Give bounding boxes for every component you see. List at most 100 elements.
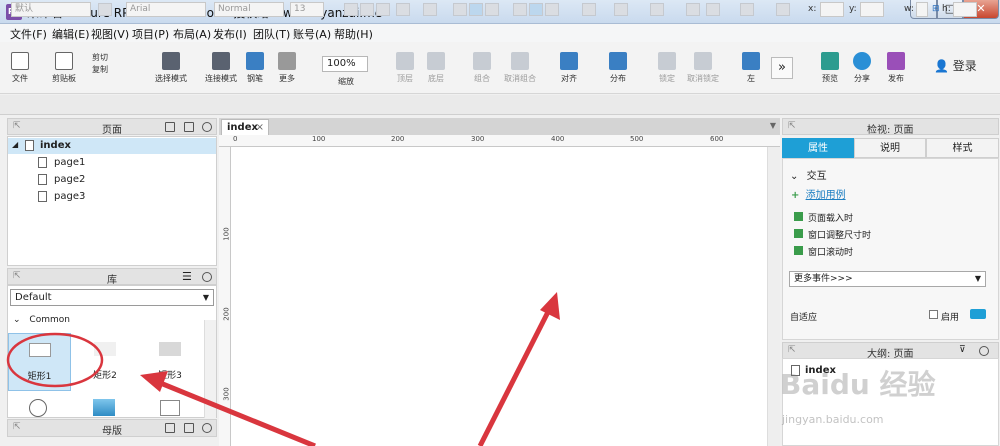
clipboard-button[interactable]: 剪贴板 xyxy=(44,52,84,84)
y-input[interactable] xyxy=(860,2,884,17)
menu-layout[interactable]: 布局(A) xyxy=(173,26,211,42)
page-item-page1[interactable]: page1 xyxy=(8,155,216,171)
lock-button[interactable]: 锁定 xyxy=(655,52,679,84)
login-button[interactable]: 👤 登录 xyxy=(934,57,977,74)
copy-button[interactable]: 复制 xyxy=(92,61,126,75)
add-page-icon[interactable] xyxy=(165,122,175,132)
add-case-link[interactable]: + 添加用例 xyxy=(791,186,846,201)
menu-account[interactable]: 账号(A) xyxy=(293,26,331,42)
align-button[interactable]: 对齐 xyxy=(557,52,581,84)
font-weight-select[interactable]: Normal xyxy=(214,2,284,17)
menu-icon[interactable]: ☰ xyxy=(182,270,192,283)
preview-button[interactable]: 预览 xyxy=(818,52,842,84)
font-color-icon[interactable] xyxy=(396,3,410,16)
valign-top-icon[interactable] xyxy=(513,3,527,16)
more-tools-button[interactable]: 更多 xyxy=(274,52,300,84)
italic-icon[interactable] xyxy=(360,3,374,16)
add-master-icon[interactable] xyxy=(165,423,175,433)
underline-icon[interactable] xyxy=(376,3,390,16)
w-input[interactable] xyxy=(916,2,928,17)
line-width-icon[interactable] xyxy=(686,3,700,16)
more-events-select[interactable]: 更多事件>>> ▼ xyxy=(789,271,986,287)
search-icon[interactable] xyxy=(979,346,989,356)
left-button[interactable]: 左 xyxy=(741,52,761,84)
page-item-index[interactable]: ◢ index xyxy=(8,138,216,154)
font-size-select[interactable]: 13 xyxy=(290,2,324,17)
filter-icon[interactable]: ⊽ xyxy=(959,345,966,355)
line-style-icon[interactable] xyxy=(706,3,720,16)
event-window-scroll[interactable]: 窗口滚动时 xyxy=(794,245,853,258)
connect-mode-button[interactable]: 连接模式 xyxy=(204,52,238,84)
menu-team[interactable]: 团队(T) xyxy=(253,26,290,42)
fill-color-icon[interactable] xyxy=(582,3,596,16)
bring-to-top-button[interactable]: 顶层 xyxy=(393,52,417,84)
expand-icon[interactable]: ◢ xyxy=(12,140,18,149)
ungroup-button[interactable]: 取消组合 xyxy=(503,52,537,84)
valign-middle-icon[interactable] xyxy=(529,3,543,16)
search-icon[interactable] xyxy=(202,423,212,433)
menu-help[interactable]: 帮助(H) xyxy=(334,26,373,42)
event-window-resize[interactable]: 窗口调整尺寸时 xyxy=(794,228,871,241)
select-mode-button[interactable]: 选择模式 xyxy=(148,52,194,84)
menu-file[interactable]: 文件(F) xyxy=(10,26,47,42)
h-input[interactable] xyxy=(953,2,977,17)
bullet-icon[interactable] xyxy=(423,3,437,16)
publish-button[interactable]: 发布 xyxy=(882,52,910,84)
align-left-icon[interactable] xyxy=(453,3,467,16)
pen-button[interactable]: 钢笔 xyxy=(244,52,266,84)
unlock-button[interactable]: 取消锁定 xyxy=(686,52,720,84)
pin-icon[interactable]: ⇱ xyxy=(788,121,796,131)
align-center-icon[interactable] xyxy=(469,3,483,16)
page-item-page2[interactable]: page2 xyxy=(8,172,216,188)
close-icon[interactable]: × xyxy=(256,120,264,135)
line-color-icon[interactable] xyxy=(650,3,664,16)
tab-style[interactable]: 样式 xyxy=(926,138,999,158)
library-scrollbar[interactable] xyxy=(204,320,216,418)
tab-notes[interactable]: 说明 xyxy=(854,138,926,158)
canvas-scrollbar[interactable] xyxy=(767,147,780,446)
adaptive-views-icon[interactable] xyxy=(970,309,986,319)
ellipse-widget[interactable] xyxy=(29,399,47,417)
add-folder-icon[interactable] xyxy=(184,122,194,132)
style-select[interactable]: 默认 xyxy=(11,2,91,17)
style-edit-icon[interactable] xyxy=(98,3,112,16)
image-widget[interactable] xyxy=(93,399,115,416)
file-button[interactable]: 文件 xyxy=(6,52,34,84)
valign-bottom-icon[interactable] xyxy=(545,3,559,16)
pin-icon[interactable]: ⇱ xyxy=(788,345,796,355)
event-page-load[interactable]: 页面载入时 xyxy=(794,211,853,224)
menu-publish[interactable]: 发布(I) xyxy=(213,26,247,42)
chevron-right-icon[interactable]: » xyxy=(771,57,793,79)
arrow-style-icon[interactable] xyxy=(740,3,754,16)
tab-index[interactable]: index × xyxy=(221,119,269,135)
widget-rectangle-3[interactable]: 矩形3 xyxy=(145,333,195,383)
share-button[interactable]: 分享 xyxy=(850,52,874,84)
arrow-end-icon[interactable] xyxy=(776,3,790,16)
tab-menu-icon[interactable]: ▼ xyxy=(770,121,776,130)
search-icon[interactable] xyxy=(202,122,212,132)
menu-project[interactable]: 项目(P) xyxy=(132,26,169,42)
enable-checkbox[interactable] xyxy=(929,310,938,319)
x-input[interactable] xyxy=(820,2,844,17)
interactions-section[interactable]: ⌄ 交互 xyxy=(790,167,827,182)
library-select[interactable]: Default ▼ xyxy=(10,289,214,306)
placeholder-widget[interactable] xyxy=(160,400,180,416)
group-button[interactable]: 组合 xyxy=(470,52,494,84)
tab-properties[interactable]: 属性 xyxy=(782,138,854,158)
lock-ratio-icon[interactable]: ⊞ xyxy=(932,4,940,14)
bold-icon[interactable] xyxy=(344,3,358,16)
font-select[interactable]: Arial xyxy=(126,2,206,17)
widget-rectangle-2[interactable]: 矩形2 xyxy=(80,333,130,383)
distribute-button[interactable]: 分布 xyxy=(606,52,630,84)
send-to-bottom-button[interactable]: 底层 xyxy=(424,52,448,84)
menu-view[interactable]: 视图(V) xyxy=(91,26,129,42)
page-item-page3[interactable]: page3 xyxy=(8,189,216,205)
menu-edit[interactable]: 编辑(E) xyxy=(52,26,90,42)
widget-rectangle-1[interactable]: 矩形1 xyxy=(8,333,71,391)
shadow-icon[interactable] xyxy=(614,3,628,16)
design-canvas[interactable] xyxy=(231,147,767,446)
common-group[interactable]: ⌄ Common xyxy=(13,315,70,325)
add-folder-icon[interactable] xyxy=(184,423,194,433)
zoom-select[interactable]: 100% xyxy=(322,56,368,72)
align-right-icon[interactable] xyxy=(485,3,499,16)
